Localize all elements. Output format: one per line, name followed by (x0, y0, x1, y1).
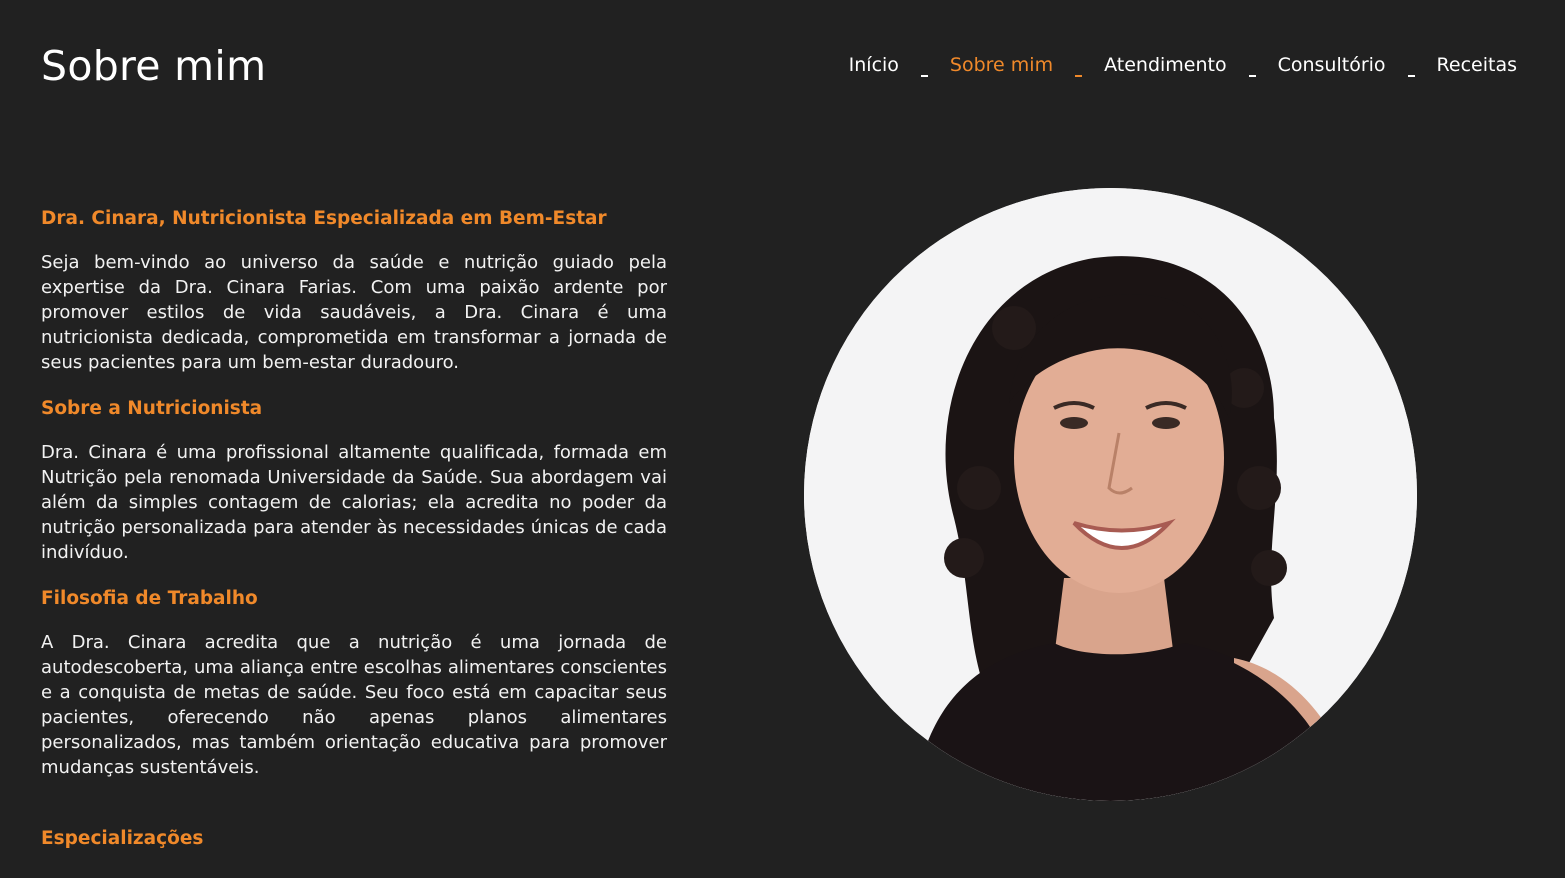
main-nav: Início Sobre mim Atendimento Consultório… (849, 52, 1517, 78)
intro-heading: Dra. Cinara, Nutricionista Especializada… (41, 208, 607, 229)
nav-item-sobre-mim[interactable]: Sobre mim (950, 52, 1053, 78)
nav-item-receitas[interactable]: Receitas (1437, 52, 1517, 78)
nav-separator (1407, 52, 1415, 78)
about-paragraph: Dra. Cinara é uma profissional altamente… (41, 442, 667, 563)
page: Sobre mim Início Sobre mim Atendimento C… (0, 0, 1565, 878)
nav-item-atendimento[interactable]: Atendimento (1104, 52, 1227, 78)
portrait-illustration (804, 188, 1417, 801)
philosophy-heading: Filosofia de Trabalho (41, 588, 258, 609)
about-content: Dra. Cinara, Nutricionista Especializada… (41, 205, 667, 800)
philosophy-paragraph: A Dra. Cinara acredita que a nutrição é … (41, 632, 667, 778)
specializations-heading: Especializações (41, 828, 204, 849)
page-title: Sobre mim (41, 42, 267, 90)
nav-item-consultorio[interactable]: Consultório (1278, 52, 1386, 78)
nav-separator (1075, 52, 1083, 78)
nav-item-inicio[interactable]: Início (849, 52, 899, 78)
intro-paragraph: Seja bem-vindo ao universo da saúde e nu… (41, 252, 667, 373)
profile-photo (804, 188, 1417, 801)
about-heading: Sobre a Nutricionista (41, 398, 263, 419)
nav-separator (1248, 52, 1256, 78)
nav-separator (920, 52, 928, 78)
